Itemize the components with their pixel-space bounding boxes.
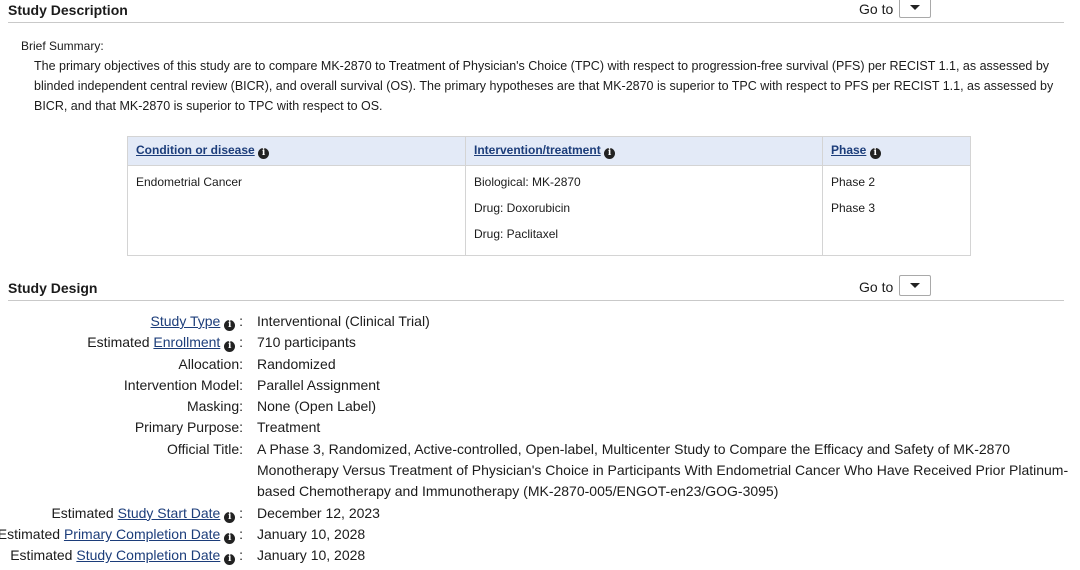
design-value: 710 participants: [257, 334, 356, 351]
study-description-header: Study Description Go to: [8, 0, 1064, 23]
design-label-link[interactable]: Study Type: [151, 313, 221, 329]
design-row: Official Title: A Phase 3, Randomized, Ac…: [0, 439, 1080, 503]
info-circle-icon[interactable]: i: [224, 320, 236, 331]
intervention-cell: Biological: MK-2870 Drug: Doxorubicin Dr…: [465, 165, 823, 256]
intervention-header-link[interactable]: Intervention/treatment: [474, 143, 601, 157]
design-value: Interventional (Clinical Trial): [257, 313, 430, 329]
design-row: Study Type i : Interventional (Clinical T…: [0, 311, 1080, 332]
condition-header-link[interactable]: Condition or disease: [136, 143, 255, 157]
design-row: Estimated Study Start Date i : December 1…: [0, 503, 1080, 524]
goto-dropdown-button[interactable]: [899, 275, 931, 296]
phase-header-link[interactable]: Phase: [831, 143, 866, 157]
info-circle-icon[interactable]: i: [224, 511, 236, 523]
conditions-table: Condition or disease i Intervention/trea…: [127, 136, 971, 256]
goto-dropdown-button[interactable]: [899, 0, 931, 18]
design-row: Estimated Enrollment i : 710 participants: [0, 332, 1080, 353]
info-circle-icon[interactable]: i: [869, 148, 881, 159]
table-header-row: Condition or disease i Intervention/trea…: [127, 136, 971, 166]
design-value: None (Open Label): [257, 398, 377, 415]
design-value: Treatment: [257, 419, 321, 436]
list-item: Phase 2: [831, 175, 876, 189]
design-label-link[interactable]: Study Completion Date: [76, 547, 220, 563]
design-label: Estimated Study Start Date i :: [51, 504, 243, 523]
design-label-link[interactable]: Study Start Date: [118, 505, 221, 521]
design-label: Masking:: [186, 398, 243, 415]
design-value: December 12, 2023: [257, 504, 380, 521]
design-label: Estimated Primary Completion Date i :: [0, 526, 243, 545]
study-design-header: Study Design Go to: [8, 275, 1064, 301]
section-title: Study Design: [8, 280, 98, 296]
info-circle-icon[interactable]: i: [224, 341, 236, 353]
caret-down-icon: [910, 283, 920, 288]
info-circle-icon[interactable]: i: [604, 148, 616, 159]
design-row: Intervention Model: Parallel Assignment: [0, 375, 1080, 396]
header-phase[interactable]: Phase i: [822, 136, 971, 166]
design-value: Randomized: [257, 355, 336, 372]
list-item: Drug: Paclitaxel: [474, 227, 559, 241]
list-item: Endometrial Cancer: [136, 175, 243, 189]
design-value: Parallel Assignment: [257, 376, 380, 393]
design-row: Primary Purpose: Treatment: [0, 417, 1080, 438]
brief-summary-label: Brief Summary:: [21, 39, 104, 53]
design-label: Primary Purpose:: [134, 419, 243, 436]
design-label: Allocation:: [178, 355, 243, 372]
design-row: Masking: None (Open Label): [0, 396, 1080, 417]
design-value: January 10, 2028: [257, 526, 366, 543]
design-label: Estimated Enrollment i :: [87, 334, 243, 353]
list-item: Phase 3: [831, 201, 876, 215]
header-intervention[interactable]: Intervention/treatment i: [465, 136, 823, 166]
design-label: Estimated Study Completion Date i :: [10, 547, 243, 566]
design-value: A Phase 3, Randomized, Active-controlled…: [257, 440, 1069, 499]
brief-summary-text: The primary objectives of this study are…: [34, 59, 1054, 113]
design-label-link[interactable]: Primary Completion Date: [64, 526, 220, 542]
info-circle-icon[interactable]: i: [224, 554, 236, 566]
section-title: Study Description: [8, 2, 128, 18]
design-label: Intervention Model:: [123, 376, 243, 393]
design-value: January 10, 2028: [257, 547, 366, 564]
design-row: Estimated Study Completion Date i : Janua…: [0, 545, 1080, 566]
design-label: Official Title:: [167, 440, 243, 457]
goto-label: Go to: [859, 1, 894, 17]
table-row: Endometrial Cancer Biological: MK-2870 D…: [127, 165, 971, 256]
info-circle-icon[interactable]: i: [258, 148, 270, 159]
design-label: Study Type i :: [150, 313, 243, 331]
design-row: Estimated Primary Completion Date i : Jan…: [0, 524, 1080, 545]
header-condition[interactable]: Condition or disease i: [127, 136, 466, 166]
caret-down-icon: [910, 5, 920, 10]
design-row: Allocation: Randomized: [0, 354, 1080, 375]
list-item: Biological: MK-2870: [474, 175, 581, 189]
list-item: Drug: Doxorubicin: [474, 201, 571, 215]
info-circle-icon[interactable]: i: [224, 533, 236, 545]
design-label-link[interactable]: Enrollment: [153, 334, 220, 350]
study-design-list: Study Type i : Interventional (Clinical T…: [0, 311, 1080, 567]
goto-label: Go to: [859, 279, 894, 295]
condition-cell: Endometrial Cancer: [127, 165, 466, 256]
phase-cell: Phase 2 Phase 3: [822, 165, 971, 256]
